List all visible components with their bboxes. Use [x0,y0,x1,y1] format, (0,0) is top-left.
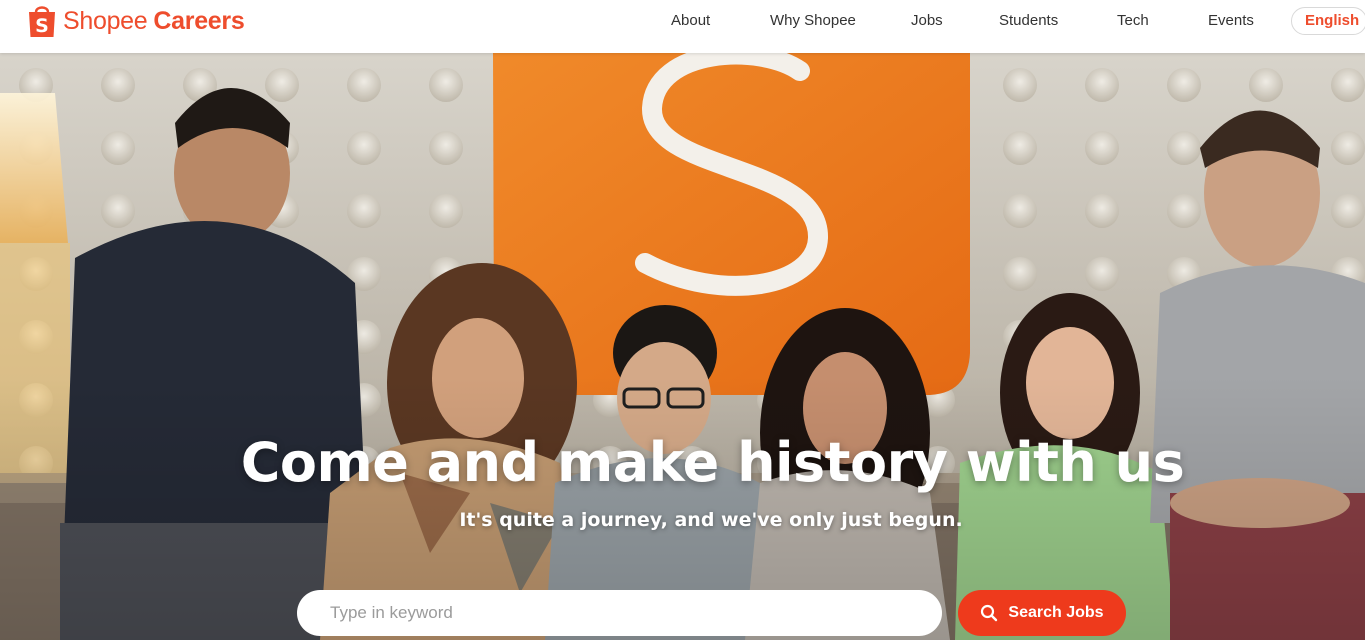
nav-about[interactable]: About [671,12,710,29]
shopee-bag-icon: S [29,6,55,37]
top-navigation-bar: S Shopee Careers About Why Shopee Jobs St… [0,0,1365,53]
search-jobs-label: Search Jobs [1008,604,1104,621]
language-selector-button[interactable]: English [1291,7,1365,35]
logo-brand-name: Shopee [63,6,148,35]
hero-overlay [0,53,1365,640]
logo-wordmark: Shopee Careers [63,6,245,36]
search-icon [981,604,998,622]
nav-jobs[interactable]: Jobs [911,12,943,29]
hero-title: Come and make history with us [240,431,1185,494]
logo-careers-text: Careers [153,6,245,35]
shopee-careers-logo[interactable]: S Shopee Careers [27,1,245,41]
nav-tech[interactable]: Tech [1117,12,1149,29]
nav-students[interactable]: Students [999,12,1058,29]
search-jobs-button[interactable]: Search Jobs [958,590,1126,636]
nav-why-shopee[interactable]: Why Shopee [770,12,856,29]
hero-subtitle: It's quite a journey, and we've only jus… [459,509,963,531]
job-search-input[interactable] [297,590,942,636]
logo-bag-letter: S [35,15,49,37]
nav-events[interactable]: Events [1208,12,1254,29]
hero-banner: Come and make history with us It's quite… [0,53,1365,640]
